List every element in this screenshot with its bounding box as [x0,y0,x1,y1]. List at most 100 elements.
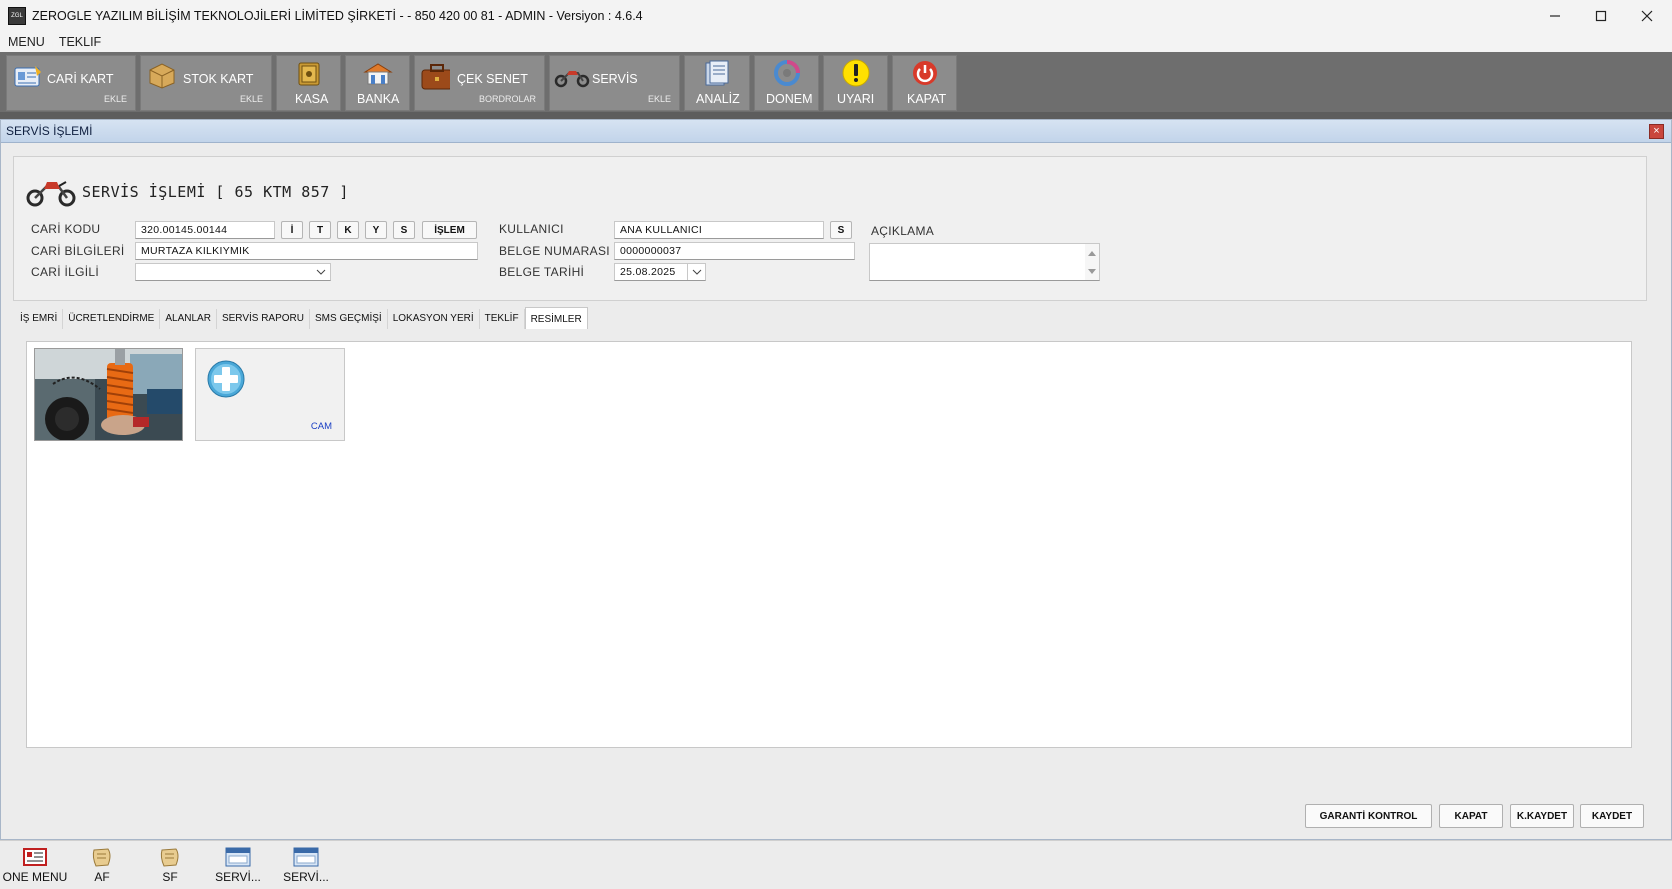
kkaydet-button[interactable]: K.KAYDET [1510,804,1574,828]
toolbar-sublabel: BORDROLAR [478,94,536,104]
toolbar-servis-button[interactable]: SERVİS EKLE [549,55,680,111]
period-icon [772,60,802,86]
power-icon [910,60,940,86]
toolbar-cari-kart-button[interactable]: CARİ KART EKLE [6,55,136,111]
menu-bar: MENU TEKLIF [0,32,1672,52]
window-icon [293,847,319,867]
menu-item-menu[interactable]: MENU [8,35,45,49]
aciklama-scrollbar[interactable] [1085,244,1099,280]
tab-bar: İŞ EMRİ ÜCRETLENDİRME ALANLAR SERVİS RAP… [15,307,588,331]
taskbar-label: SERVİ... [215,870,261,884]
add-image-button[interactable]: CAM [195,348,345,441]
aciklama-textarea[interactable] [869,243,1100,281]
app-icon: ZGL [8,7,26,25]
cari-ilgili-label: CARİ İLGİLİ [31,265,99,279]
close-window-button[interactable] [1624,0,1670,32]
window-icon [225,847,251,867]
briefcase-icon [420,64,450,90]
taskbar-one-menu[interactable]: ONE MENU [2,847,68,887]
minimize-button[interactable] [1532,0,1578,32]
kapat-button[interactable]: KAPAT [1439,804,1503,828]
taskbar-af[interactable]: AF [72,847,132,887]
cari-s-button[interactable]: S [393,221,415,239]
toolbar-label: KAPAT [907,92,947,106]
cari-bilgileri-label: CARİ BİLGİLERİ [31,244,125,258]
aciklama-label: AÇIKLAMA [871,224,935,238]
belge-tarihi-field[interactable]: 25.08.2025 [614,263,706,281]
maximize-icon [1595,10,1607,22]
kullanici-s-button[interactable]: S [830,221,852,239]
service-photo-thumbnail[interactable] [34,348,183,441]
child-window-title: SERVİS İŞLEMİ [1,120,1671,143]
taskbar-servis-1[interactable]: SERVİ... [208,847,268,887]
taskbar-label: SERVİ... [283,870,329,884]
toolbar-cek-senet-button[interactable]: ÇEK SENET BORDROLAR [414,55,545,111]
toolbar-analiz-button[interactable]: ANALİZ [684,55,750,111]
toolbar-label: CARİ KART [47,72,114,86]
toolbar-label: ÇEK SENET [457,72,528,86]
box-icon [147,62,177,89]
cari-y-button[interactable]: Y [365,221,387,239]
cari-kodu-field[interactable]: 320.00145.00144 [135,221,275,239]
kaydet-button[interactable]: KAYDET [1580,804,1644,828]
tab-resimler[interactable]: RESİMLER [524,307,588,329]
tab-ucretlendirme[interactable]: ÜCRETLENDİRME [63,309,161,329]
maximize-button[interactable] [1578,0,1624,32]
cari-islem-button[interactable]: İŞLEM [422,221,477,239]
taskbar-servis-2[interactable]: SERVİ... [276,847,336,887]
arrow-up-icon[interactable] [1085,246,1099,260]
photo-image [35,349,182,440]
toolbar-kasa-button[interactable]: KASA [276,55,341,111]
taskbar-sf[interactable]: SF [140,847,200,887]
belge-numarasi-label: BELGE NUMARASI [499,244,610,258]
tab-lokasyon-yeri[interactable]: LOKASYON YERİ [388,309,480,329]
taskbar-label: AF [94,870,110,884]
toolbar: CARİ KART EKLE STOK KART EKLE KASA BANKA… [0,52,1672,118]
tab-servis-raporu[interactable]: SERVİS RAPORU [217,309,310,329]
tab-sms-gecmisi[interactable]: SMS GEÇMİŞİ [310,309,388,329]
toolbar-donem-button[interactable]: DONEM [754,55,819,111]
child-window-title-text: SERVİS İŞLEMİ [6,124,93,138]
toolbar-label: BANKA [357,92,400,106]
cari-t-button[interactable]: T [309,221,331,239]
toolbar-uyari-button[interactable]: UYARI [823,55,888,111]
toolbar-sublabel: EKLE [647,94,671,104]
arrow-down-icon[interactable] [1085,265,1099,279]
tab-teklif[interactable]: TEKLİF [480,309,525,329]
toolbar-label: KASA [295,92,329,106]
scroll-icon [92,848,111,867]
toolbar-sublabel: EKLE [103,94,127,104]
service-form: SERVİS İŞLEMİ [ 65 KTM 857 ] CARİ KODU 3… [13,156,1647,301]
kullanici-field[interactable]: ANA KULLANICI [614,221,824,239]
belge-numarasi-field[interactable]: 0000000037 [614,242,855,260]
bank-icon [363,61,393,87]
tab-is-emri[interactable]: İŞ EMRİ [15,309,64,329]
taskbar-label: SF [162,870,178,884]
title-bar: ZGL ZEROGLE YAZILIM BİLİŞİM TEKNOLOJİLER… [0,0,1672,32]
child-window-close-button[interactable]: × [1649,124,1664,139]
chart-icon [702,60,732,86]
menu-item-teklif[interactable]: TEKLIF [59,35,101,49]
taskbar-label: ONE MENU [2,870,68,884]
toolbar-stok-kart-button[interactable]: STOK KART EKLE [140,55,272,111]
toolbar-banka-button[interactable]: BANKA [345,55,410,111]
cari-k-button[interactable]: K [337,221,359,239]
garanti-kontrol-button[interactable]: GARANTİ KONTROL [1305,804,1432,828]
cari-i-button[interactable]: İ [281,221,303,239]
form-heading: SERVİS İŞLEMİ [ 65 KTM 857 ] [82,183,349,201]
scroll-icon [160,848,179,867]
toolbar-label: ANALİZ [696,92,740,106]
tab-alanlar[interactable]: ALANLAR [160,309,217,329]
date-picker-button[interactable] [687,264,705,280]
servis-islemi-window: SERVİS İŞLEMİ × SERVİS İŞLEMİ [ 65 KTM 8… [0,119,1672,840]
cari-bilgileri-field[interactable]: MURTAZA KILKIYMIK [135,242,478,260]
toolbar-label: SERVİS [592,72,638,86]
chevron-down-icon [316,269,326,275]
warning-icon [841,59,871,87]
resimler-pane: CAM [26,341,1632,748]
toolbar-kapat-button[interactable]: KAPAT [892,55,957,111]
cari-ilgili-select[interactable] [135,263,331,281]
bottom-taskbar: ONE MENU AF SF SERVİ... SERVİ... [0,840,1672,889]
form-header: SERVİS İŞLEMİ [ 65 KTM 857 ] [26,177,349,207]
window-title: ZEROGLE YAZILIM BİLİŞİM TEKNOLOJİLERİ Lİ… [32,9,643,23]
